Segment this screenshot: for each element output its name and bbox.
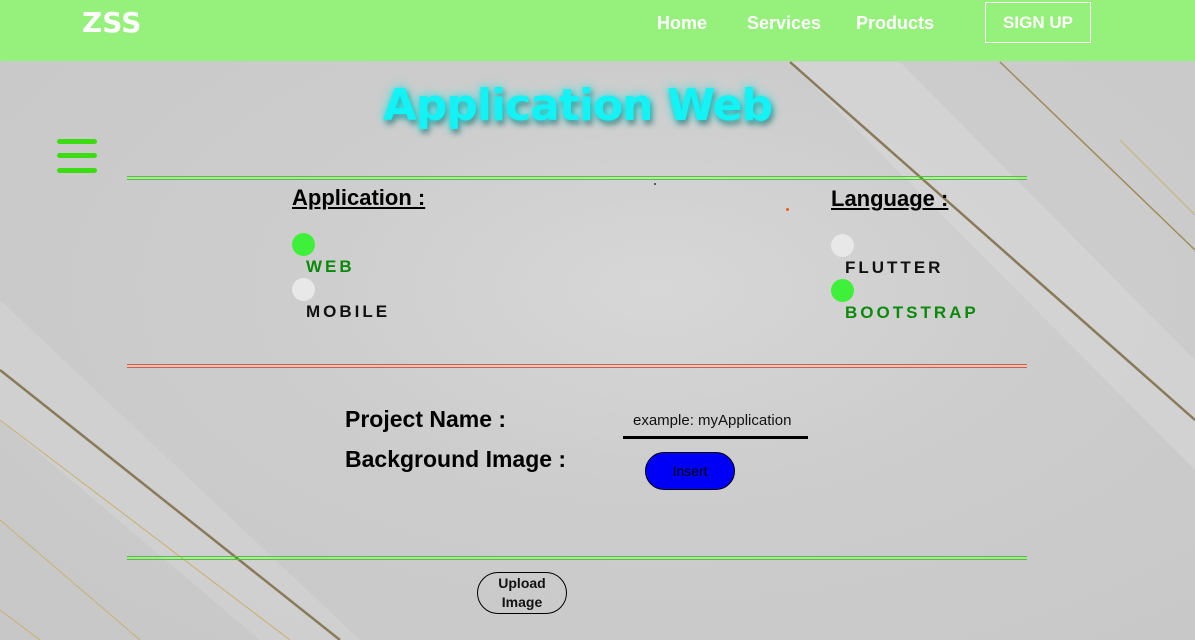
nav-link-products[interactable]: Products — [856, 13, 934, 34]
background-image-label: Background Image : — [345, 446, 567, 472]
application-heading: Application : — [292, 185, 426, 210]
radio-label-mobile[interactable]: MOBILE — [306, 302, 390, 322]
divider-middle — [127, 364, 1027, 368]
radio-mobile[interactable] — [292, 278, 315, 301]
radio-bootstrap[interactable] — [831, 279, 854, 302]
navbar: ZSS Home Services Products SIGN UP — [0, 0, 1195, 61]
divider-top — [127, 176, 1027, 180]
nav-link-home[interactable]: Home — [657, 13, 707, 34]
radio-flutter[interactable] — [831, 234, 854, 257]
language-heading: Language : — [831, 186, 949, 211]
signup-button[interactable]: SIGN UP — [985, 2, 1091, 43]
project-name-input[interactable] — [623, 405, 808, 439]
project-name-label: Project Name : — [345, 406, 507, 432]
hamburger-menu-icon[interactable] — [57, 139, 97, 175]
upload-image-button[interactable]: Upload Image — [477, 572, 567, 614]
page-title: Application Web — [382, 80, 773, 131]
divider-bottom — [127, 556, 1027, 560]
logo[interactable]: ZSS — [82, 6, 141, 39]
insert-button[interactable]: Insert — [645, 452, 735, 490]
radio-label-flutter[interactable]: FLUTTER — [845, 258, 943, 278]
decorative-dot — [786, 208, 789, 211]
radio-web[interactable] — [292, 233, 315, 256]
radio-label-bootstrap[interactable]: BOOTSTRAP — [845, 303, 979, 323]
nav-link-services[interactable]: Services — [747, 13, 821, 34]
decorative-dot — [654, 183, 656, 185]
radio-label-web[interactable]: WEB — [306, 257, 355, 277]
